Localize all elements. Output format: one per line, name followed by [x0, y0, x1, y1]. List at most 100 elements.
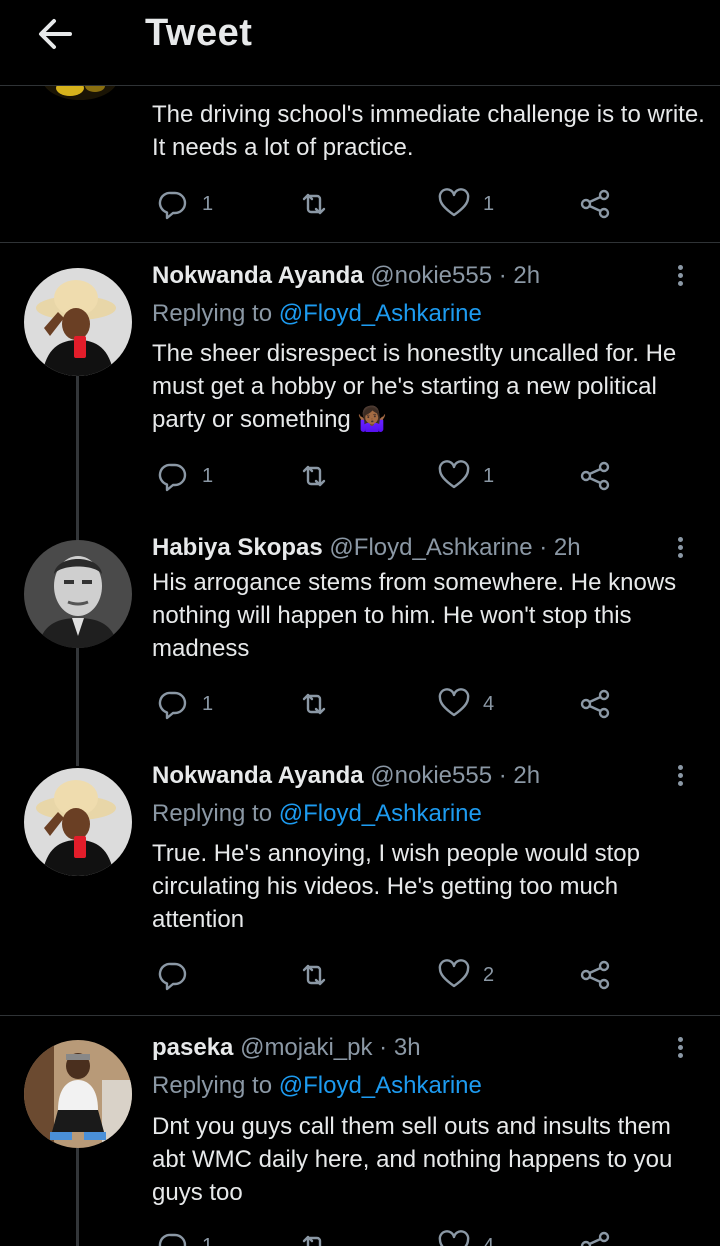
reply-icon	[158, 691, 187, 720]
tweet-text: True. He's annoying, I wish people would…	[152, 840, 640, 933]
more-button[interactable]	[670, 534, 690, 564]
avatar[interactable]	[24, 268, 132, 376]
divider	[0, 1015, 720, 1016]
share-button[interactable]	[578, 184, 612, 224]
more-button[interactable]	[670, 262, 690, 292]
replying-to-label: Replying to	[152, 800, 273, 827]
avatar[interactable]	[24, 1040, 132, 1148]
mention-link[interactable]: @Floyd_Ashkarine	[279, 300, 482, 327]
like-count: 2	[483, 963, 495, 986]
like-icon	[438, 688, 470, 717]
page-title: Tweet	[145, 12, 253, 54]
retweet-icon	[302, 693, 326, 715]
retweet-icon	[302, 465, 326, 487]
retweet-icon	[302, 1235, 322, 1246]
mention-link[interactable]: @Floyd_Ashkarine	[279, 800, 482, 827]
avatar[interactable]	[24, 768, 132, 876]
more-button[interactable]	[670, 1034, 690, 1064]
like-button[interactable]: 1	[437, 456, 494, 496]
replying-to: Replying to @Floyd_Ashkarine	[152, 1072, 482, 1100]
tweet-text: The sheer disrespect is honestlty uncall…	[152, 340, 677, 433]
like-icon	[438, 460, 470, 489]
retweet-button[interactable]	[297, 1226, 331, 1246]
like-count: 1	[483, 464, 495, 487]
top-bar: Tweet	[0, 0, 720, 86]
like-count: 1	[483, 192, 495, 215]
share-icon	[580, 689, 610, 719]
share-button[interactable]	[578, 955, 612, 995]
mention-link[interactable]: @Floyd_Ashkarine	[279, 1072, 482, 1099]
more-button[interactable]	[670, 762, 690, 792]
thread-line	[76, 1148, 79, 1246]
reply-button[interactable]: 1	[156, 456, 213, 496]
share-icon	[580, 1231, 610, 1246]
like-icon	[438, 188, 470, 217]
arrow-left-icon	[39, 19, 72, 49]
retweet-button[interactable]	[297, 955, 331, 995]
reply-button[interactable]	[156, 955, 202, 995]
reply-button[interactable]: 1	[156, 184, 213, 224]
avatar[interactable]	[24, 540, 132, 648]
like-count: 4	[483, 1234, 495, 1246]
like-button[interactable]: 1	[437, 184, 494, 224]
display-name[interactable]: Habiya Skopas	[152, 534, 323, 561]
more-icon	[677, 765, 683, 770]
separator: ·	[498, 262, 507, 289]
separator: ·	[498, 762, 507, 789]
share-button[interactable]	[578, 684, 612, 724]
reply-icon	[158, 191, 187, 220]
reply-icon	[158, 1233, 187, 1246]
tweet-header: Habiya Skopas @Floyd_Ashkarine · 2h	[152, 534, 581, 562]
like-button[interactable]: 4	[437, 684, 494, 724]
tweet-header: paseka @mojaki_pk · 3h	[152, 1034, 421, 1062]
share-icon	[580, 960, 610, 990]
divider	[0, 242, 720, 243]
share-icon	[580, 461, 610, 491]
replying-to-label: Replying to	[152, 300, 273, 327]
separator: ·	[379, 1034, 388, 1061]
username[interactable]: @nokie555	[370, 262, 492, 289]
username[interactable]: @mojaki_pk	[240, 1034, 372, 1061]
retweet-icon	[302, 964, 326, 986]
username[interactable]: @Floyd_Ashkarine	[329, 534, 532, 561]
reply-count: 1	[202, 464, 214, 487]
reply-count: 1	[202, 192, 214, 215]
back-button[interactable]	[34, 12, 78, 56]
retweet-icon	[302, 193, 326, 215]
replying-to: Replying to @Floyd_Ashkarine	[152, 300, 482, 328]
display-name[interactable]: Nokwanda Ayanda	[152, 762, 364, 789]
reply-button[interactable]: 1	[156, 684, 213, 724]
reply-button[interactable]: 1	[156, 1226, 213, 1246]
timestamp[interactable]: 2h	[513, 262, 540, 289]
more-icon	[677, 537, 683, 542]
like-count: 4	[483, 692, 495, 715]
retweet-button[interactable]	[297, 684, 331, 724]
tweet-text: The driving school's immediate challenge…	[152, 101, 705, 161]
username[interactable]: @nokie555	[370, 762, 492, 789]
like-button[interactable]: 2	[437, 955, 494, 995]
reply-count: 1	[202, 692, 214, 715]
timestamp[interactable]: 2h	[554, 534, 581, 561]
display-name[interactable]: paseka	[152, 1034, 233, 1061]
share-icon	[580, 189, 610, 219]
retweet-button[interactable]	[297, 456, 331, 496]
like-icon	[438, 1230, 470, 1246]
display-name[interactable]: Nokwanda Ayanda	[152, 262, 364, 289]
more-icon	[677, 265, 683, 270]
like-button[interactable]: 4	[437, 1226, 494, 1246]
like-icon	[438, 959, 470, 988]
tweet-text: His arrogance stems from somewhere. He k…	[152, 569, 677, 662]
more-icon	[677, 1037, 683, 1042]
tweet-text: Dnt you guys call them sell outs and ins…	[152, 1113, 673, 1206]
reply-icon	[158, 463, 187, 492]
timestamp[interactable]: 2h	[513, 762, 540, 789]
separator: ·	[539, 534, 548, 561]
replying-to-label: Replying to	[152, 1072, 273, 1099]
tweet-header: Nokwanda Ayanda @nokie555 · 2h	[152, 762, 540, 790]
timestamp[interactable]: 3h	[394, 1034, 421, 1061]
reply-icon	[158, 962, 187, 991]
reply-count: 1	[202, 1234, 214, 1246]
share-button[interactable]	[578, 1226, 612, 1246]
retweet-button[interactable]	[297, 184, 331, 224]
share-button[interactable]	[578, 456, 612, 496]
